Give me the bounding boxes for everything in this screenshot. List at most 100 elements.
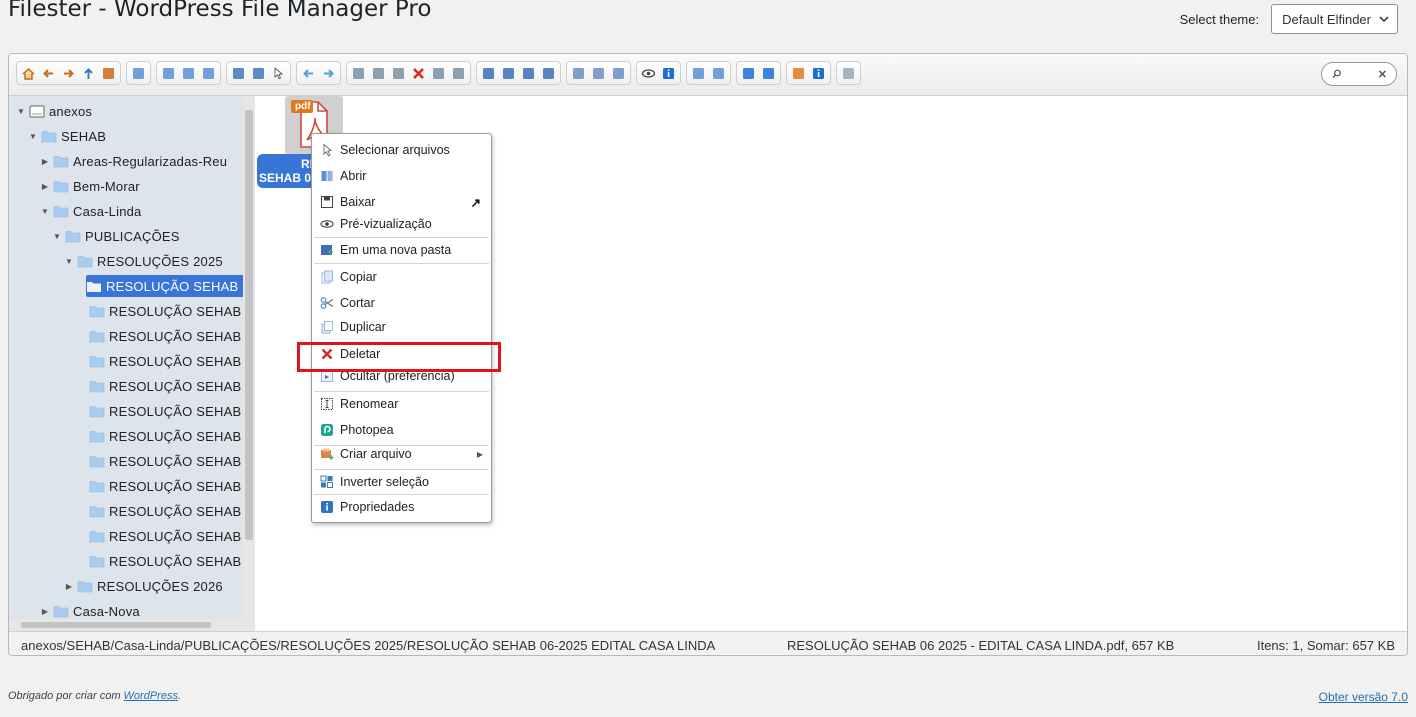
empty-button[interactable]: [429, 64, 448, 82]
edit-button[interactable]: [519, 64, 538, 82]
tree-item[interactable]: RESOLUÇÃO SEHAB: [77, 525, 241, 547]
tree-item-label: RESOLUÇÕES 2025: [97, 253, 223, 269]
context-menu-item[interactable]: Propriedades: [312, 496, 491, 518]
extract-button[interactable]: [689, 64, 708, 82]
tree-item[interactable]: RESOLUÇÃO SEHAB: [77, 325, 241, 347]
edit-icon: [523, 67, 534, 79]
expanded-arrow-icon[interactable]: ▼: [65, 257, 73, 266]
netmount-button[interactable]: [129, 64, 148, 82]
info-button[interactable]: [659, 64, 678, 82]
rename-icon: [320, 397, 334, 411]
context-menu-item[interactable]: Pré-vizualização: [312, 213, 491, 235]
fullscreen-button[interactable]: [839, 64, 858, 82]
open-button[interactable]: [229, 64, 248, 82]
tree-item[interactable]: RESOLUÇÃO SEHAB: [77, 450, 241, 472]
help-button[interactable]: [809, 64, 828, 82]
duplicate-button[interactable]: [479, 64, 498, 82]
tree-item[interactable]: RESOLUÇÃO SEHAB: [86, 275, 255, 297]
context-menu-item[interactable]: Inverter seleção: [312, 471, 491, 493]
undo-icon: [303, 68, 313, 78]
search-input[interactable]: [1344, 68, 1375, 80]
select-button[interactable]: [269, 64, 288, 82]
search-box[interactable]: ✕: [1321, 62, 1397, 86]
context-menu-item[interactable]: Cortar: [312, 292, 491, 314]
theme-select[interactable]: Default Elfinder: [1271, 4, 1398, 34]
context-menu-item[interactable]: Duplicar: [312, 316, 491, 338]
forward-button[interactable]: [59, 64, 78, 82]
tree-item[interactable]: ▼ SEHAB: [29, 125, 106, 147]
tree-item[interactable]: RESOLUÇÃO SEHAB: [77, 300, 241, 322]
scroll-thumb[interactable]: [21, 622, 211, 628]
back-button[interactable]: [39, 64, 58, 82]
tree-item[interactable]: RESOLUÇÃO SEHAB: [77, 400, 241, 422]
wordpress-link[interactable]: WordPress: [124, 690, 178, 702]
preview-icon: [641, 68, 656, 78]
get-version-link[interactable]: Obter versão 7.0: [1319, 690, 1408, 704]
expanded-arrow-icon[interactable]: ▼: [53, 232, 61, 241]
resize-button[interactable]: [539, 64, 558, 82]
collapsed-arrow-icon[interactable]: ▶: [41, 607, 49, 616]
home-button[interactable]: [19, 64, 38, 82]
context-menu-item[interactable]: Baixar ↗: [312, 191, 491, 213]
toolbar-group: [836, 61, 861, 85]
expanded-arrow-icon[interactable]: ▼: [41, 207, 49, 216]
tree-item[interactable]: ▶ RESOLUÇÕES 2026: [65, 575, 223, 597]
copy-button[interactable]: [349, 64, 368, 82]
tree-item-label: RESOLUÇÃO SEHAB: [106, 278, 239, 294]
expanded-arrow-icon[interactable]: ▼: [17, 107, 25, 116]
cut-button[interactable]: [369, 64, 388, 82]
collapsed-arrow-icon[interactable]: ▶: [41, 182, 49, 191]
expanded-arrow-icon[interactable]: ▼: [29, 132, 37, 141]
preferences-button[interactable]: [789, 64, 808, 82]
netmount-icon: [133, 67, 144, 79]
download-button[interactable]: [249, 64, 268, 82]
tree-vertical-scrollbar[interactable]: [243, 96, 255, 621]
tree-item[interactable]: ▶ Bem-Morar: [41, 175, 140, 197]
context-menu-item[interactable]: Abrir: [312, 165, 491, 187]
tree-item[interactable]: ▼ Casa-Linda: [41, 200, 142, 222]
create-file-icon: [320, 447, 334, 461]
tree-item[interactable]: RESOLUÇÃO SEHAB: [77, 475, 241, 497]
delete-button[interactable]: [409, 64, 428, 82]
new-file-button[interactable]: [179, 64, 198, 82]
context-menu-item[interactable]: Criar arquivo ▶: [312, 443, 491, 465]
reload-button[interactable]: [99, 64, 118, 82]
context-menu-item[interactable]: Renomear: [312, 393, 491, 415]
context-menu-item[interactable]: Em uma nova pasta: [312, 239, 491, 261]
hide-button[interactable]: [449, 64, 468, 82]
tree-item[interactable]: RESOLUÇÃO SEHAB: [77, 500, 241, 522]
context-menu-item[interactable]: Photopea: [312, 419, 491, 441]
home-icon: [22, 67, 35, 80]
tree-item[interactable]: ▶ Casa-Nova: [41, 600, 140, 621]
redo-button[interactable]: [319, 64, 338, 82]
select-all-button[interactable]: [569, 64, 588, 82]
collapsed-arrow-icon[interactable]: ▶: [65, 582, 73, 591]
preview-button[interactable]: [639, 64, 658, 82]
archive-button[interactable]: [709, 64, 728, 82]
view-button[interactable]: [739, 64, 758, 82]
collapsed-arrow-icon[interactable]: ▶: [41, 157, 49, 166]
sort-button[interactable]: [759, 64, 778, 82]
context-menu-item[interactable]: Copiar: [312, 266, 491, 288]
rename-button[interactable]: [499, 64, 518, 82]
tree-horizontal-scrollbar[interactable]: [9, 619, 255, 631]
select-none-button[interactable]: [589, 64, 608, 82]
tree-item[interactable]: ▼ RESOLUÇÕES 2025: [65, 250, 223, 272]
tree-item[interactable]: RESOLUÇÃO SEHAB: [77, 350, 241, 372]
tree-item[interactable]: RESOLUÇÃO SEHAB: [77, 550, 241, 572]
clear-search-icon[interactable]: ✕: [1378, 68, 1387, 81]
new-folder-button[interactable]: [159, 64, 178, 82]
tree-item[interactable]: RESOLUÇÃO SEHAB: [77, 375, 241, 397]
upload-button[interactable]: [199, 64, 218, 82]
undo-button[interactable]: [299, 64, 318, 82]
tree-item-label: RESOLUÇÕES 2026: [97, 578, 223, 594]
scroll-thumb[interactable]: [245, 110, 253, 540]
tree-item[interactable]: ▼ PUBLICAÇÕES: [53, 225, 180, 247]
paste-button[interactable]: [389, 64, 408, 82]
invert-selection-button[interactable]: [609, 64, 628, 82]
tree-item[interactable]: ▶ Areas-Regularizadas-Reu: [41, 150, 227, 172]
tree-item[interactable]: RESOLUÇÃO SEHAB: [77, 425, 241, 447]
up-button[interactable]: [79, 64, 98, 82]
tree-item[interactable]: ▼ anexos: [17, 100, 92, 122]
context-menu-item[interactable]: Selecionar arquivos: [312, 139, 491, 161]
